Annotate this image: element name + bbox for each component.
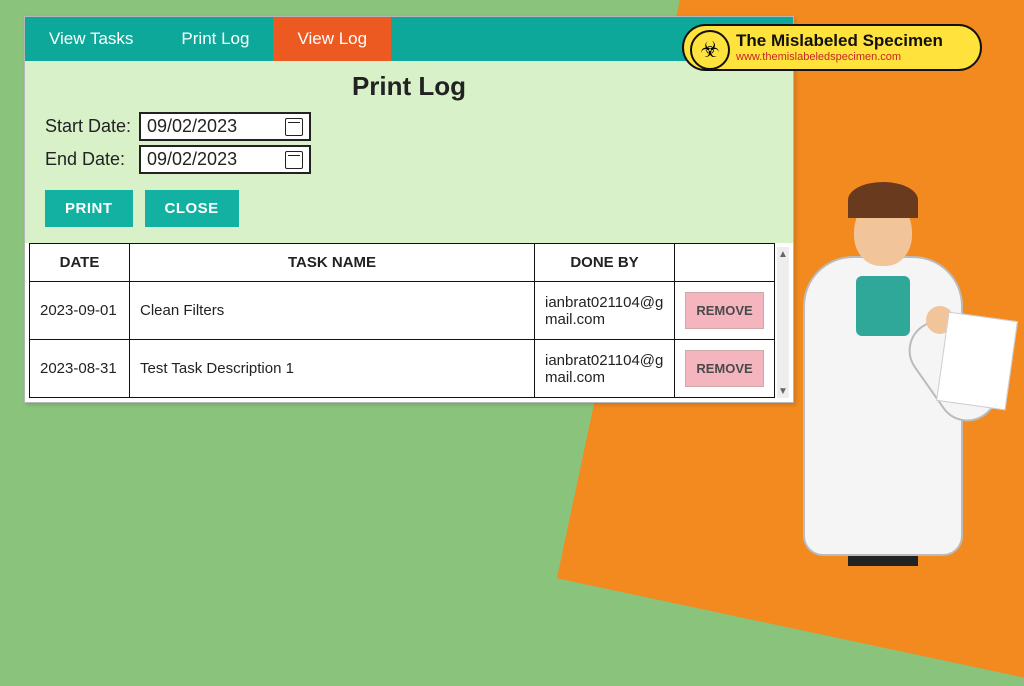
biohazard-icon: ☣	[690, 30, 730, 70]
start-date-input[interactable]: 09/02/2023	[139, 112, 311, 141]
cell-task: Clean Filters	[130, 282, 535, 340]
brand-title: The Mislabeled Specimen	[736, 32, 966, 51]
start-date-value: 09/02/2023	[147, 116, 237, 137]
remove-button[interactable]: REMOVE	[685, 292, 763, 329]
end-date-label: End Date:	[45, 149, 139, 170]
brand-url: www.themislabeledspecimen.com	[736, 51, 966, 63]
doctor-illustration	[778, 116, 988, 556]
tab-view-log[interactable]: View Log	[273, 17, 391, 61]
tab-print-log[interactable]: Print Log	[157, 17, 273, 61]
end-date-input[interactable]: 09/02/2023	[139, 145, 311, 174]
log-table-wrap: ▲ ▼ DATE TASK NAME DONE BY 2023-09-01 Cl…	[25, 243, 793, 402]
cell-done: ianbrat021104@gmail.com	[535, 282, 675, 340]
close-button[interactable]: CLOSE	[145, 190, 239, 227]
remove-button[interactable]: REMOVE	[685, 350, 763, 387]
end-date-value: 09/02/2023	[147, 149, 237, 170]
table-row: 2023-09-01 Clean Filters ianbrat021104@g…	[30, 282, 775, 340]
tab-view-tasks[interactable]: View Tasks	[25, 17, 157, 61]
table-header-row: DATE TASK NAME DONE BY	[30, 244, 775, 282]
col-done: DONE BY	[535, 244, 675, 282]
page-title: Print Log	[45, 71, 773, 102]
cell-date: 2023-09-01	[30, 282, 130, 340]
app-window: View Tasks Print Log View Log Print Log …	[24, 16, 794, 403]
print-button[interactable]: PRINT	[45, 190, 133, 227]
calendar-icon[interactable]	[285, 118, 303, 136]
cell-done: ianbrat021104@gmail.com	[535, 340, 675, 398]
calendar-icon[interactable]	[285, 151, 303, 169]
col-date: DATE	[30, 244, 130, 282]
col-task: TASK NAME	[130, 244, 535, 282]
cell-date: 2023-08-31	[30, 340, 130, 398]
tab-bar: View Tasks Print Log View Log	[25, 17, 793, 61]
log-table: DATE TASK NAME DONE BY 2023-09-01 Clean …	[29, 243, 775, 398]
cell-task: Test Task Description 1	[130, 340, 535, 398]
filter-panel: Print Log Start Date: 09/02/2023 End Dat…	[25, 61, 793, 243]
table-row: 2023-08-31 Test Task Description 1 ianbr…	[30, 340, 775, 398]
col-action	[675, 244, 775, 282]
brand-badge: ☣ The Mislabeled Specimen www.themislabe…	[682, 24, 982, 71]
start-date-label: Start Date:	[45, 116, 139, 137]
